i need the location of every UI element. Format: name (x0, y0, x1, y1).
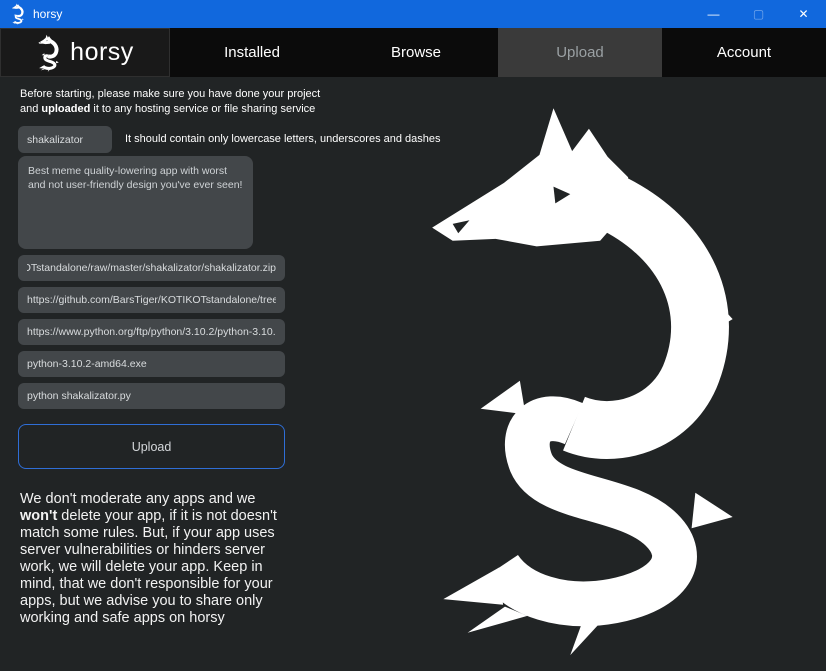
upload-page: Before starting, please make sure you ha… (0, 77, 826, 671)
run-command-input[interactable] (18, 383, 285, 409)
maximize-button[interactable]: ▢ (736, 0, 781, 28)
intro-line2-post: it to any hosting service or file sharin… (90, 103, 315, 115)
horsy-logo-artwork (398, 97, 750, 657)
installer-name-input[interactable] (18, 351, 285, 377)
tab-installed[interactable]: Installed (170, 28, 334, 77)
brand-name: horsy (70, 38, 134, 67)
intro-line1: Before starting, please make sure you ha… (20, 88, 320, 100)
upload-button[interactable]: Upload (18, 424, 285, 469)
app-description-textarea[interactable]: Best meme quality-lowering app with wors… (18, 156, 253, 249)
horsy-logo-icon (36, 34, 60, 72)
intro-note: Before starting, please make sure you ha… (20, 87, 350, 118)
close-button[interactable]: ✕ (781, 0, 826, 28)
intro-line2-bold: uploaded (41, 103, 90, 115)
repo-url-input[interactable] (18, 287, 285, 313)
app-window: horsy — ▢ ✕ horsy Installed Browse Uploa… (0, 0, 826, 671)
disclaimer-pre: We don't moderate any apps and we (20, 491, 255, 507)
horsy-logo-icon (10, 3, 25, 25)
tab-upload[interactable]: Upload (498, 28, 662, 77)
window-title: horsy (33, 7, 62, 21)
minimize-button[interactable]: — (691, 0, 736, 28)
brand: horsy (0, 28, 170, 77)
moderation-disclaimer: We don't moderate any apps and we won't … (20, 491, 296, 627)
tab-browse[interactable]: Browse (334, 28, 498, 77)
tab-account[interactable]: Account (662, 28, 826, 77)
python-url-input[interactable] (18, 319, 285, 345)
nav-bar: horsy Installed Browse Upload Account (0, 28, 826, 77)
disclaimer-post: delete your app, if it is not doesn't ma… (20, 508, 277, 626)
app-name-hint: It should contain only lowercase letters… (125, 133, 441, 145)
titlebar: horsy — ▢ ✕ (0, 0, 826, 28)
app-name-input[interactable] (18, 126, 112, 153)
disclaimer-bold: won't (20, 508, 57, 524)
intro-line2-pre: and (20, 103, 41, 115)
app-zip-url-input[interactable] (18, 255, 285, 281)
